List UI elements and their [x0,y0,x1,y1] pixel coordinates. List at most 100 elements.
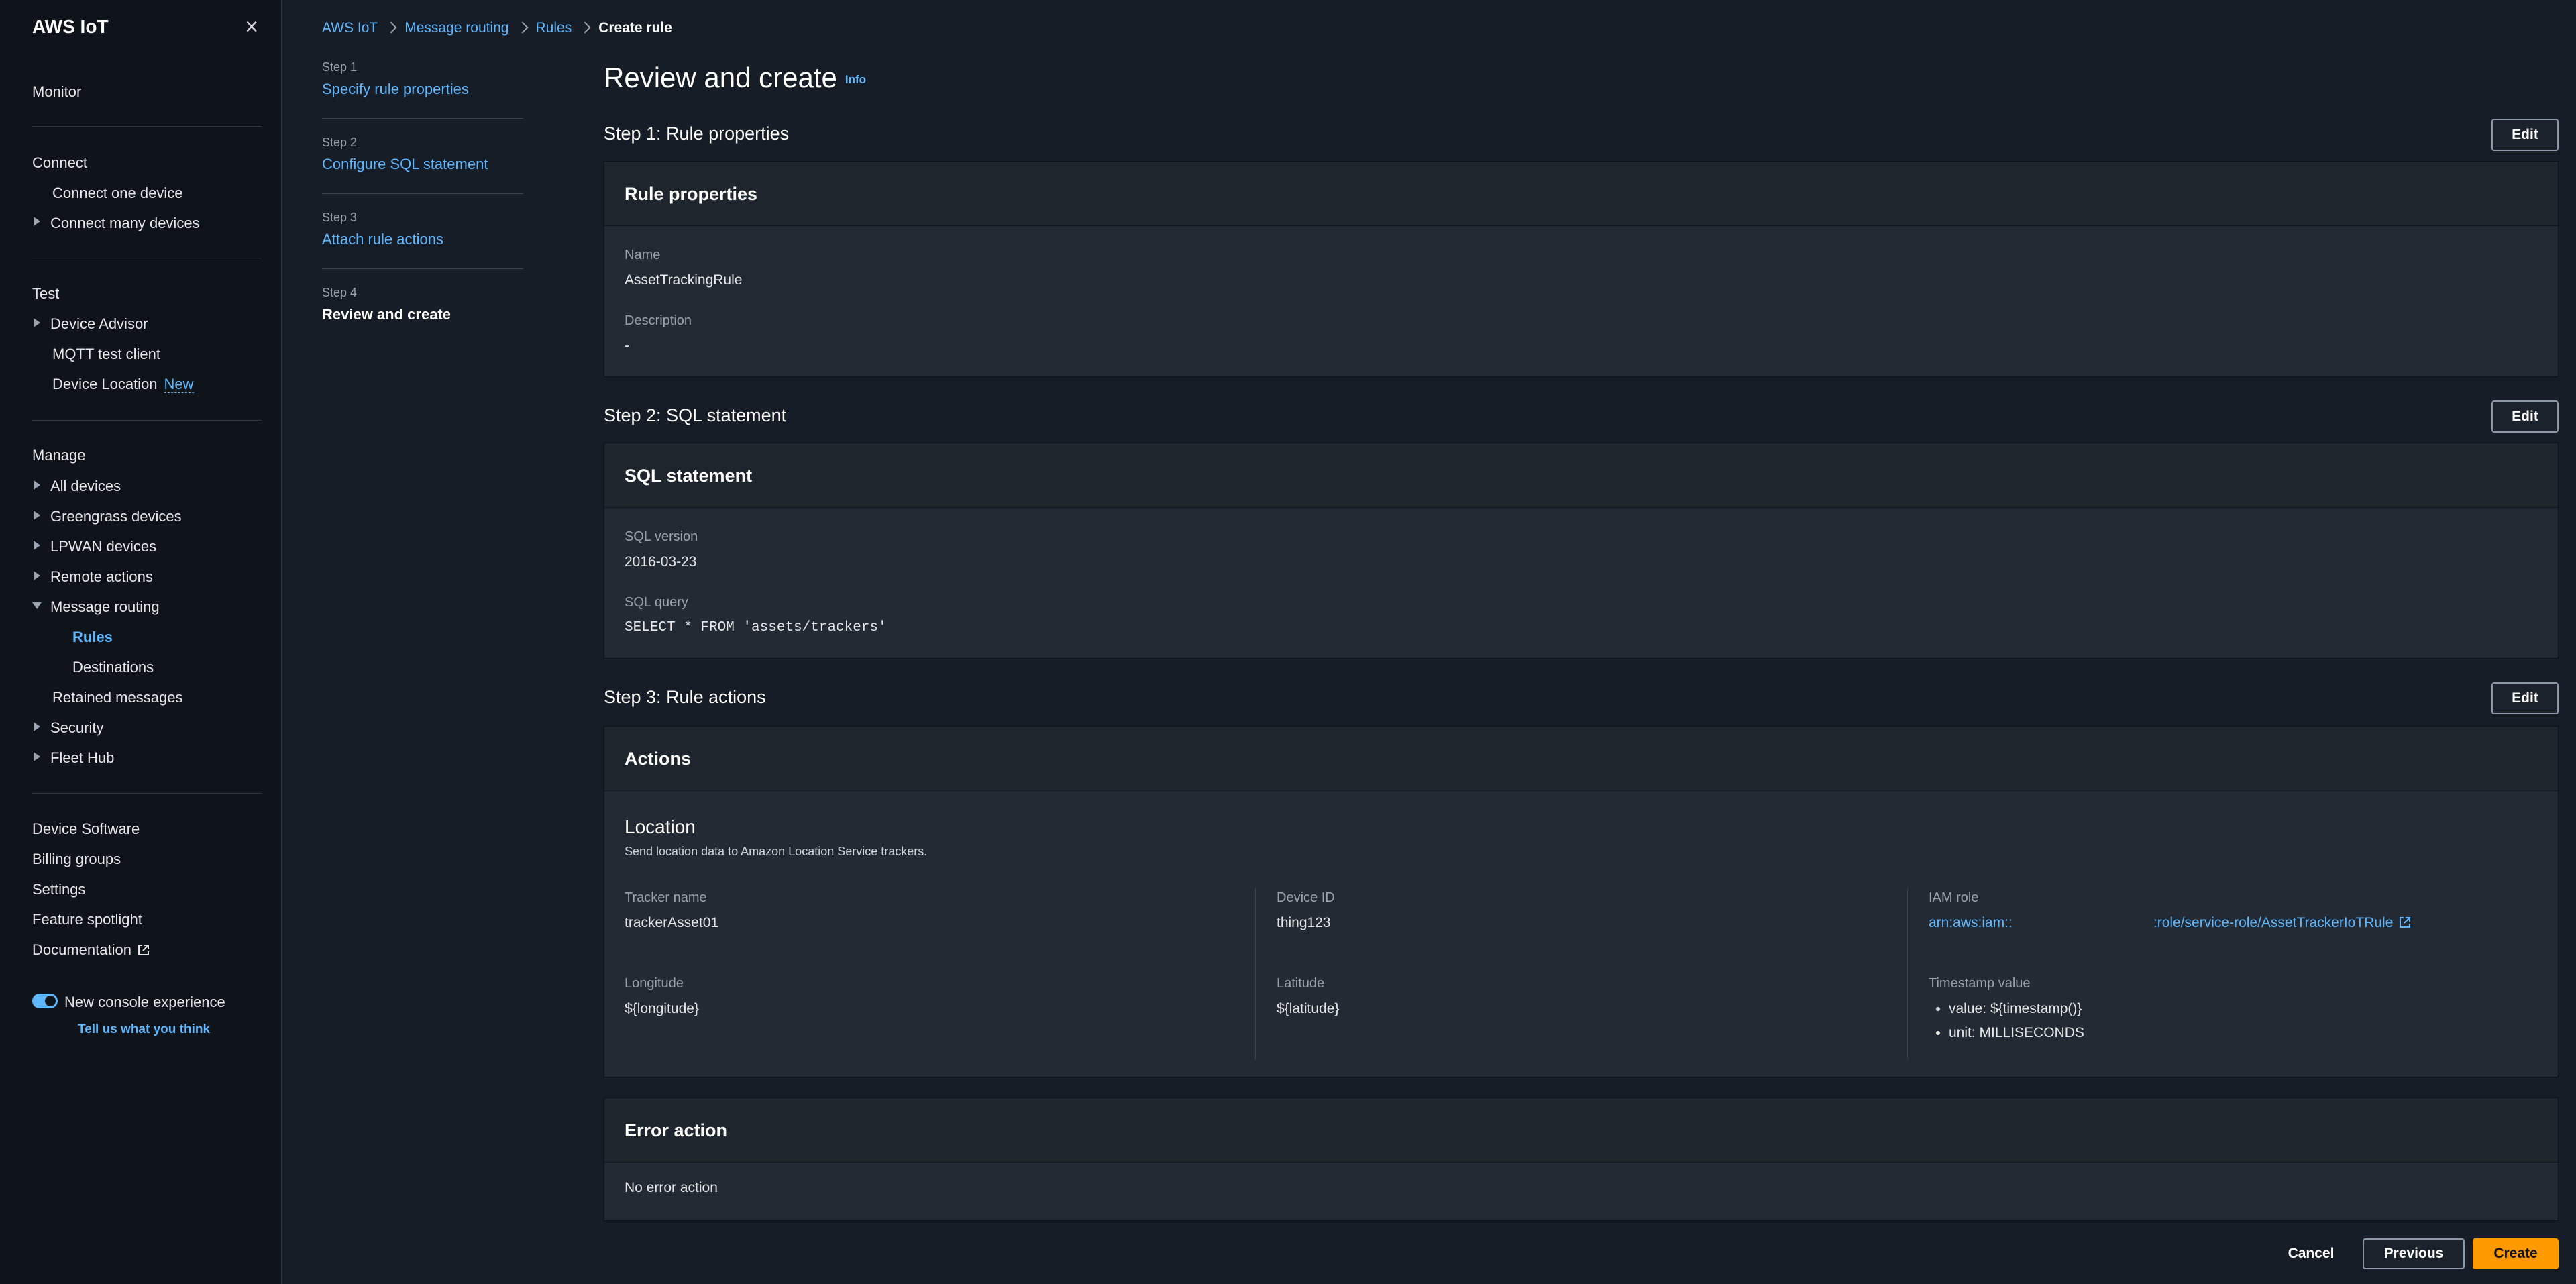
timestamp-field: Timestamp value value: ${timestamp()} un… [1929,976,2084,1049]
info-link[interactable]: Info [845,73,866,86]
breadcrumb-aws-iot[interactable]: AWS IoT [322,20,378,36]
breadcrumb-rules[interactable]: Rules [536,20,572,36]
iam-role-link[interactable]: arn:aws:iam:::role/service-role/AssetTra… [1929,915,2412,931]
edit-step2-button[interactable]: Edit [2491,400,2559,433]
location-action-title: Location [625,816,696,837]
sidebar-item-destinations[interactable]: Destinations [72,659,154,676]
wizard-step-2: Step 2 Configure SQL statement [322,136,523,211]
sidebar-item-feature-spotlight[interactable]: Feature spotlight [32,911,142,928]
field-value: trackerAsset01 [625,915,719,930]
panel-title: Error action [604,1098,2558,1163]
edit-step1-button[interactable]: Edit [2491,119,2559,151]
sidebar-item-device-location[interactable]: Device Location New [52,376,194,393]
device-id-field: Device ID thing123 [1277,890,1335,931]
error-action-field: No error action [625,1180,718,1196]
column-divider [1907,888,1908,1059]
step3-heading: Step 3: Rule actions [604,687,766,707]
caret-right-icon[interactable] [34,541,40,550]
caret-right-icon[interactable] [34,217,40,226]
rule-properties-panel: Rule properties Name AssetTrackingRule D… [604,161,2559,377]
nav-divider [32,420,262,421]
wizard-step-4: Step 4 Review and create [322,286,523,361]
sidebar-item-greengrass-devices[interactable]: Greengrass devices [50,508,182,525]
breadcrumb: AWS IoT Message routing Rules Create rule [322,20,672,36]
tracker-name-field: Tracker name trackerAsset01 [625,890,718,931]
cancel-button[interactable]: Cancel [2281,1238,2341,1269]
chevron-right-icon [579,21,591,34]
step-current-review: Review and create [322,306,451,323]
iam-role-field: IAM role arn:aws:iam:::role/service-role… [1929,890,2412,931]
create-button[interactable]: Create [2473,1238,2559,1269]
close-icon[interactable]: × [241,15,262,38]
step-number: Step 3 [322,211,358,224]
sidebar-item-connect-one-device[interactable]: Connect one device [52,184,182,202]
list-item: value: ${timestamp()} [1949,1001,2084,1017]
field-label: IAM role [1929,890,1979,905]
service-title[interactable]: AWS IoT [32,16,109,38]
sidebar-item-documentation[interactable]: Documentation [32,941,150,959]
sidebar-item-billing-groups[interactable]: Billing groups [32,851,121,868]
caret-right-icon[interactable] [34,480,40,490]
page-title-text: Review and create [604,62,837,93]
name-field: Name AssetTrackingRule [625,248,742,288]
panel-title: SQL statement [604,443,2558,508]
sidebar-item-fleet-hub[interactable]: Fleet Hub [50,749,114,767]
breadcrumb-create-rule: Create rule [598,20,672,36]
page-title: Review and create Info [604,62,866,94]
caret-right-icon[interactable] [34,318,40,327]
sidebar-item-security[interactable]: Security [50,719,103,737]
panel-title: Rule properties [604,162,2558,226]
sidebar-item-retained-messages[interactable]: Retained messages [52,689,182,706]
wizard-step-3: Step 3 Attach rule actions [322,211,523,286]
sidebar-item-lpwan-devices[interactable]: LPWAN devices [50,538,156,555]
caret-right-icon[interactable] [34,722,40,731]
timestamp-list: value: ${timestamp()} unit: MILLISECONDS [1929,1001,2084,1041]
sidebar-item-mqtt-test-client[interactable]: MQTT test client [52,345,160,363]
field-label: SQL query [625,595,688,610]
sidebar-item-rules[interactable]: Rules [72,629,113,646]
sidebar-heading-connect: Connect [32,154,87,171]
field-value: 2016-03-23 [625,554,697,570]
external-link-icon [138,945,149,955]
external-link-icon [2400,917,2411,928]
step-link-attach-actions[interactable]: Attach rule actions [322,231,443,248]
sidebar-item-settings[interactable]: Settings [32,881,86,898]
sidebar-item-device-software[interactable]: Device Software [32,820,140,838]
caret-right-icon[interactable] [34,511,40,520]
toggle-label: New console experience [64,994,225,1010]
field-value: No error action [625,1180,718,1195]
new-badge[interactable]: New [164,376,194,393]
field-label: Longitude [625,976,684,991]
previous-button[interactable]: Previous [2363,1238,2465,1269]
sidebar-item-connect-many-devices[interactable]: Connect many devices [50,215,200,232]
breadcrumb-message-routing[interactable]: Message routing [405,20,508,36]
caret-right-icon[interactable] [34,571,40,580]
sidebar-item-all-devices[interactable]: All devices [50,478,121,495]
sidebar-item-device-advisor[interactable]: Device Advisor [50,315,148,333]
list-item: unit: MILLISECONDS [1949,1025,2084,1041]
step-divider [322,268,523,269]
new-console-toggle[interactable] [32,994,58,1008]
caret-down-icon[interactable] [32,602,42,609]
error-action-panel: Error action No error action [604,1098,2559,1221]
step-link-configure-sql[interactable]: Configure SQL statement [322,156,488,173]
sidebar-item-remote-actions[interactable]: Remote actions [50,568,153,586]
sidebar-item-monitor[interactable]: Monitor [32,83,81,101]
iam-arn-prefix: arn:aws:iam:: [1929,915,2012,930]
sidebar-item-message-routing[interactable]: Message routing [50,598,160,616]
step2-heading: Step 2: SQL statement [604,405,787,425]
chevron-right-icon [517,21,528,34]
sidebar-item-label: Documentation [32,941,131,958]
feedback-link[interactable]: Tell us what you think [78,1022,210,1037]
sidebar-nav: AWS IoT × Monitor Connect Connect one de… [0,0,282,1284]
field-value: ${longitude} [625,1001,699,1016]
iam-arn-suffix: :role/service-role/AssetTrackerIoTRule [2153,915,2394,930]
nav-divider [32,126,262,127]
sql-query-field: SQL query SELECT * FROM 'assets/trackers… [625,595,887,635]
edit-step3-button[interactable]: Edit [2491,682,2559,714]
caret-right-icon[interactable] [34,752,40,761]
field-label: SQL version [625,529,698,544]
latitude-field: Latitude ${latitude} [1277,976,1339,1017]
field-value: SELECT * FROM 'assets/trackers' [625,620,887,635]
step-link-specify-rule-properties[interactable]: Specify rule properties [322,81,469,98]
